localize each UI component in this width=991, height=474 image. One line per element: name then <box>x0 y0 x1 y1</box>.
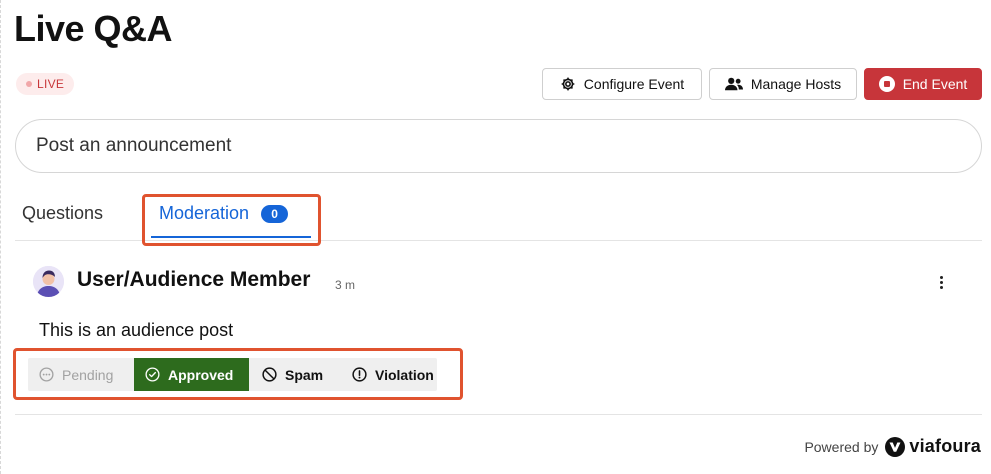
end-event-label: End Event <box>902 76 968 92</box>
viafoura-logo-icon <box>885 436 906 457</box>
kebab-dot <box>939 280 943 284</box>
configure-event-label: Configure Event <box>583 76 685 92</box>
live-dot-icon <box>26 81 32 87</box>
kebab-dot <box>939 285 943 289</box>
post-author[interactable]: User/Audience Member <box>77 268 310 292</box>
configure-event-button[interactable]: Configure Event <box>542 68 702 100</box>
post-body: This is an audience post <box>39 320 234 340</box>
powered-by-label: Powered by <box>804 438 879 455</box>
moderation-actions-highlight <box>13 348 463 400</box>
brand-logo[interactable]: viafoura <box>885 436 981 457</box>
tab-questions-label: Questions <box>22 203 104 223</box>
footer-divider <box>15 414 982 415</box>
live-status-badge: LIVE <box>16 73 75 95</box>
page-edge-guide <box>0 0 1 474</box>
powered-by: Powered by viafoura <box>804 436 981 457</box>
avatar <box>33 266 64 297</box>
post-more-kebab-icon[interactable] <box>931 272 951 292</box>
moderation-tab-highlight <box>142 194 321 246</box>
user-avatar-icon <box>33 266 64 297</box>
kebab-dot <box>939 275 943 279</box>
end-event-button[interactable]: End Event <box>864 68 982 100</box>
tab-questions[interactable]: Questions <box>22 203 103 224</box>
manage-hosts-label: Manage Hosts <box>750 76 842 92</box>
manage-hosts-button[interactable]: Manage Hosts <box>709 68 857 100</box>
brand-name: viafoura <box>909 436 981 456</box>
post-timestamp: 3 m <box>335 278 356 292</box>
stop-icon <box>878 76 895 92</box>
users-icon <box>724 77 743 91</box>
announcement-input[interactable] <box>15 119 982 173</box>
live-label: LIVE <box>37 77 65 91</box>
gear-icon <box>561 77 575 91</box>
page-title: Live Q&A <box>14 8 173 49</box>
